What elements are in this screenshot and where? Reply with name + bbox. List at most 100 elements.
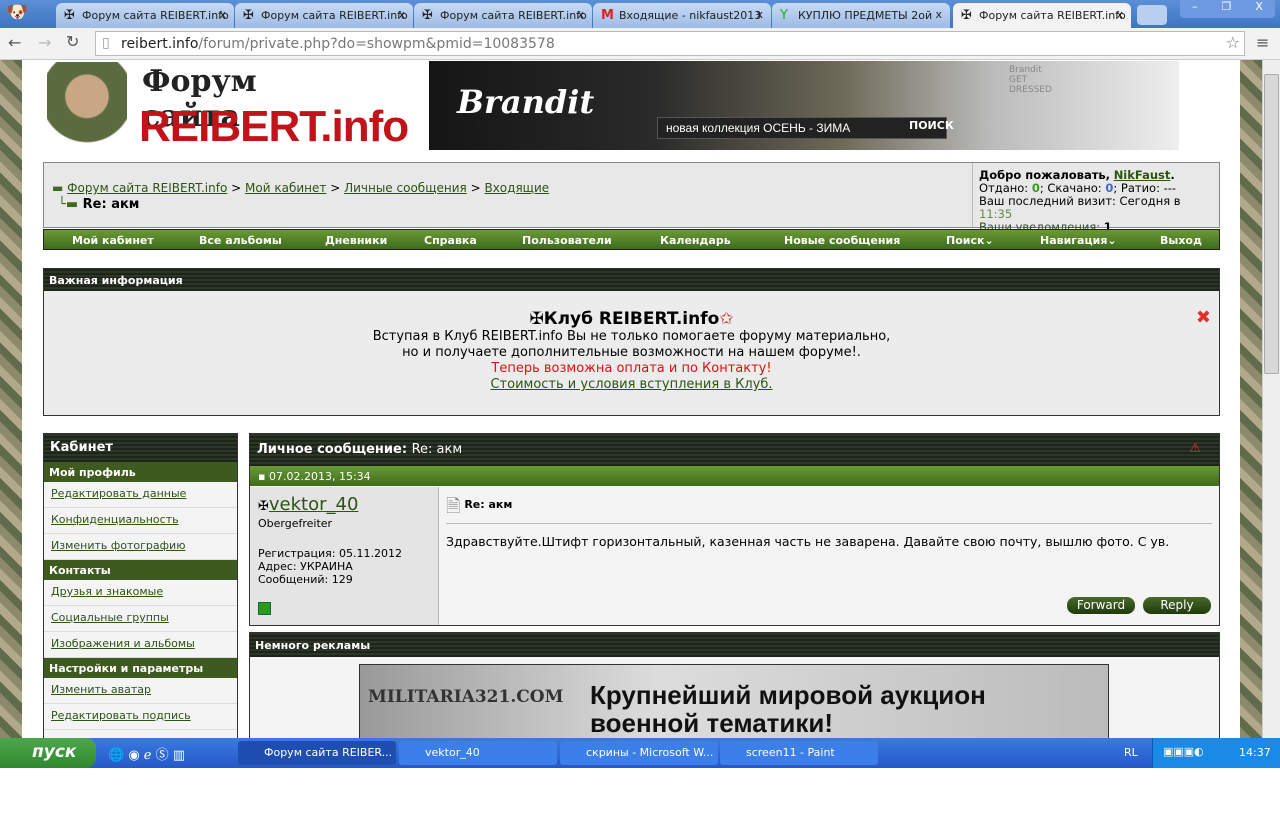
breadcrumb-link[interactable]: Личные сообщения	[344, 181, 467, 195]
taskbar-window[interactable]: vektor_40	[399, 741, 557, 765]
background-camo	[0, 60, 22, 738]
sidebar: Кабинет Мой профиль Редактировать данные…	[43, 433, 238, 738]
message-icon: 🗎	[446, 496, 461, 517]
close-tab-icon[interactable]: x	[577, 8, 584, 21]
nav-new-posts[interactable]: Новые сообщения	[784, 234, 900, 247]
nav-my-cabinet[interactable]: Мой кабинет	[72, 234, 154, 247]
page-icon: ▯	[102, 35, 110, 51]
forward-icon[interactable]: →	[38, 33, 51, 52]
vertical-scrollbar[interactable]	[1262, 60, 1280, 738]
nav-all-albums[interactable]: Все альбомы	[199, 234, 282, 247]
private-message: Личное сообщение: Re: акм ⚠ ▪ 07.02.2013,…	[249, 433, 1220, 626]
address-bar[interactable]: ▯ reibert.info/forum/private.php?do=showp…	[95, 31, 1245, 56]
sidebar-link[interactable]: Изображения и альбомы	[51, 637, 195, 650]
browser-tab[interactable]: Y КУПЛЮ ПРЕДМЕТЫ 2ой x	[772, 3, 950, 28]
important-notice: Важная информация ✠Клуб REIBERT.info✩ Вс…	[43, 268, 1220, 416]
close-window-icon[interactable]: X	[1255, 0, 1263, 18]
window-controls: – ❐ X	[1180, 0, 1275, 18]
browser-tab-strip: 🐶 ✠ Форум сайта REIBERT.info x ✠ Форум сайт…	[0, 0, 1280, 28]
club-title: ✠Клуб REIBERT.info✩	[529, 309, 734, 329]
quicklaunch-icons[interactable]: 🌐 ◉ ℯ Ⓢ ▥	[108, 744, 185, 763]
reply-button[interactable]: Reply	[1143, 597, 1211, 614]
iron-cross-icon: ✠	[258, 499, 269, 514]
language-indicator[interactable]: RL	[1124, 746, 1138, 759]
bookmark-star-icon[interactable]: ☆	[1226, 33, 1240, 52]
minimize-icon[interactable]: –	[1192, 0, 1198, 18]
forward-button[interactable]: Forward	[1067, 597, 1135, 614]
sidebar-link[interactable]: Социальные группы	[51, 611, 169, 624]
forum-page: Форум сайта REIBERT.info Brandit новая к…	[22, 60, 1240, 738]
club-terms-link[interactable]: Стоимость и условия вступления в Клуб.	[490, 377, 772, 392]
scroll-thumb[interactable]	[1264, 74, 1279, 374]
sidebar-link[interactable]: Изменить аватар	[51, 683, 151, 696]
nav-users[interactable]: Пользователи	[522, 234, 612, 247]
browser-tab[interactable]: ✠ Форум сайта REIBERT.info x	[414, 3, 592, 28]
close-tab-icon[interactable]: x	[219, 8, 226, 21]
tray-icons[interactable]: ▣▣▣◐	[1163, 745, 1204, 758]
taskbar-window[interactable]: screen11 - Paint	[720, 741, 878, 765]
sidebar-link[interactable]: Конфиденциальность	[51, 513, 179, 526]
report-warning-icon[interactable]: ⚠	[1189, 441, 1201, 456]
soldier-image	[47, 62, 127, 160]
sidebar-link[interactable]: Друзья и знакомые	[51, 585, 163, 598]
iron-cross-icon: ✠	[422, 8, 433, 23]
pm-header: Личное сообщение: Re: акм ⚠	[250, 434, 1219, 466]
nav-diaries[interactable]: Дневники	[325, 234, 387, 247]
folder-icon: ▬	[52, 181, 64, 195]
breadcrumb: ▬ Форум сайта REIBERT.info > Мой кабинет…	[52, 181, 550, 195]
nav-navigation[interactable]: Навигация⌄	[1040, 234, 1117, 247]
breadcrumb-link[interactable]: Мой кабинет	[245, 181, 326, 195]
militaria-banner[interactable]: MILITARIA321.COM Крупнейший мировой аукц…	[359, 664, 1109, 738]
gmail-icon: M	[601, 8, 614, 23]
menu-icon[interactable]: ≡	[1256, 33, 1269, 52]
notice-header: Важная информация	[44, 269, 1219, 291]
username-link[interactable]: NikFaust	[1114, 168, 1171, 182]
profile-avatar-icon[interactable]: 🐶	[6, 2, 28, 23]
nav-help[interactable]: Справка	[424, 234, 477, 247]
plant-icon: Y	[780, 8, 788, 23]
background-camo	[1240, 60, 1262, 738]
breadcrumb-link[interactable]: Входящие	[484, 181, 549, 195]
nav-logout[interactable]: Выход	[1160, 234, 1202, 247]
author-link[interactable]: vektor_40	[269, 494, 359, 515]
nav-search[interactable]: Поиск⌄	[946, 234, 994, 247]
message-body: Здравствуйте.Штифт горизонтальный, казен…	[446, 534, 1170, 549]
breadcrumb-link[interactable]: Форум сайта REIBERT.info	[67, 181, 227, 195]
taskbar-window[interactable]: скрины - Microsoft W...	[560, 741, 718, 765]
start-button[interactable]: пуск	[0, 738, 96, 768]
sidebar-link[interactable]: Редактировать подпись	[51, 709, 191, 722]
browser-tab[interactable]: ✠ Форум сайта REIBERT.info x	[56, 3, 234, 28]
navbar-panel: ▬ Форум сайта REIBERT.info > Мой кабинет…	[43, 162, 1221, 234]
online-status-icon	[258, 602, 271, 615]
iron-cross-icon: ✠	[529, 309, 544, 329]
windows-taskbar: пуск 🌐 ◉ ℯ Ⓢ ▥ Форум сайта REIBER... vek…	[0, 738, 1280, 768]
nav-calendar[interactable]: Календарь	[660, 234, 731, 247]
pm-date-bar: ▪ 07.02.2013, 15:34	[250, 466, 1219, 486]
sidebar-link[interactable]: Изменить фотографию	[51, 539, 185, 552]
restore-icon[interactable]: ❐	[1222, 0, 1232, 18]
author-info: ✠vektor_40 Obergefreiter Регистрация: 05…	[250, 487, 439, 625]
browser-tab[interactable]: ✠ Форум сайта REIBERT.info x	[235, 3, 413, 28]
star-icon: ✩	[719, 309, 734, 329]
system-tray: ▣▣▣◐ 14:37	[1152, 738, 1280, 768]
close-tab-icon[interactable]: x	[398, 8, 405, 21]
browser-tab-active[interactable]: ✠ Форум сайта REIBERT.info x	[953, 3, 1131, 28]
close-tab-icon[interactable]: x	[756, 8, 763, 21]
forum-logo[interactable]: Форум сайта REIBERT.info	[47, 62, 409, 160]
sidebar-title: Кабинет	[44, 434, 237, 462]
sidebar-link[interactable]: Редактировать данные	[51, 487, 186, 500]
close-notice-icon[interactable]: ✖	[1196, 307, 1211, 328]
browser-tab[interactable]: M Входящие - nikfaust2013 x	[593, 3, 771, 28]
close-tab-icon[interactable]: x	[1116, 8, 1123, 21]
reload-icon[interactable]: ↻	[66, 32, 79, 51]
close-tab-icon[interactable]: x	[935, 8, 942, 21]
taskbar-window[interactable]: Форум сайта REIBER...	[238, 741, 396, 765]
current-page-title: └▬ Re: акм	[58, 197, 140, 212]
chevron-down-icon: ⌄	[984, 234, 994, 247]
user-box: Добро пожаловать, NikFaust. Отдано: 0; С…	[972, 163, 1221, 234]
new-tab-button[interactable]	[1137, 5, 1167, 25]
ads-block: Немного рекламы MILITARIA321.COM Крупней…	[249, 632, 1220, 738]
brandit-banner[interactable]: Brandit новая коллекция ОСЕНЬ - ЗИМА ПОИ…	[429, 61, 1179, 150]
back-icon[interactable]: ←	[8, 33, 21, 52]
folder-icon: └▬	[58, 197, 79, 212]
